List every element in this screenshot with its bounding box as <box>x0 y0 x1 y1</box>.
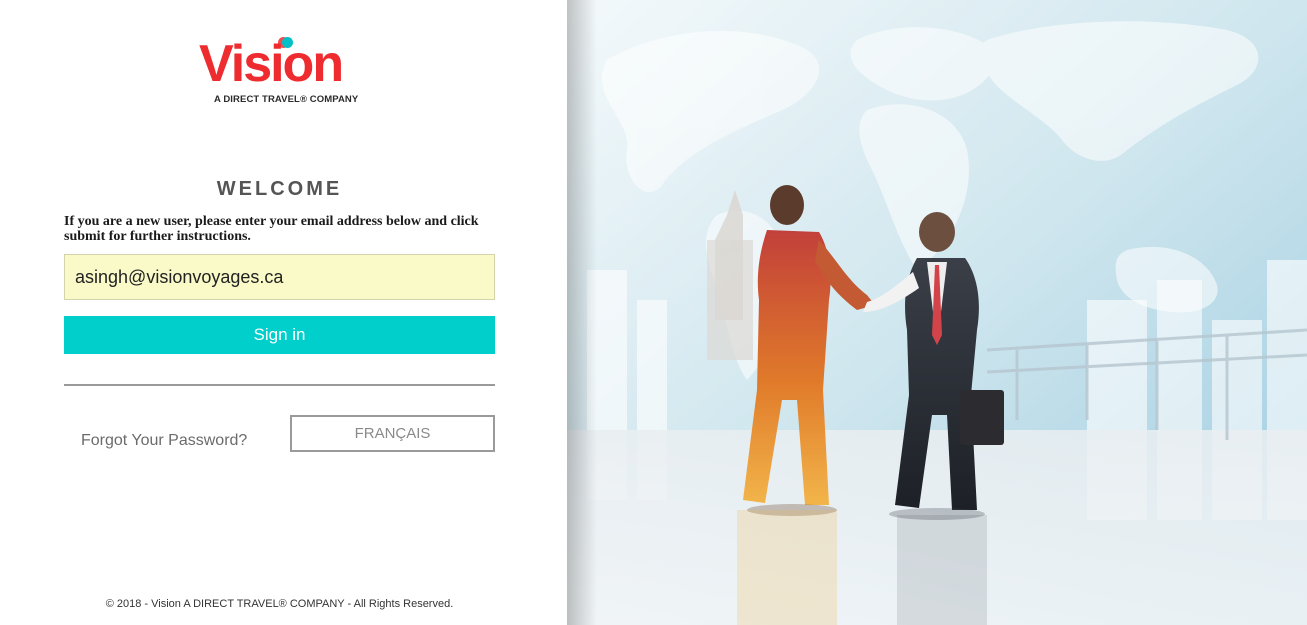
sign-in-button[interactable]: Sign in <box>64 316 495 354</box>
forgot-password-link[interactable]: Forgot Your Password? <box>81 432 247 450</box>
logo-dot-blue <box>282 37 293 48</box>
footer-copyright: © 2018 - Vision A DIRECT TRAVEL® COMPANY… <box>105 598 454 610</box>
business-handshake-world-map-icon <box>567 0 1307 625</box>
login-panel: Vision A DIRECT TRAVEL® COMPANY WELCOME … <box>0 0 567 625</box>
hero-edge-shadow <box>567 0 597 625</box>
hero-image <box>567 0 1307 625</box>
email-field[interactable] <box>64 254 495 300</box>
logo-wordmark: Vision <box>199 35 344 93</box>
welcome-heading: WELCOME <box>216 178 343 200</box>
divider <box>64 384 495 386</box>
language-toggle-button[interactable]: FRANÇAIS <box>290 415 495 452</box>
logo-tagline: A DIRECT TRAVEL® COMPANY <box>214 94 359 105</box>
instructions-text: If you are a new user, please enter your… <box>64 214 479 244</box>
vision-logo: Vision A DIRECT TRAVEL® COMPANY <box>199 36 369 108</box>
